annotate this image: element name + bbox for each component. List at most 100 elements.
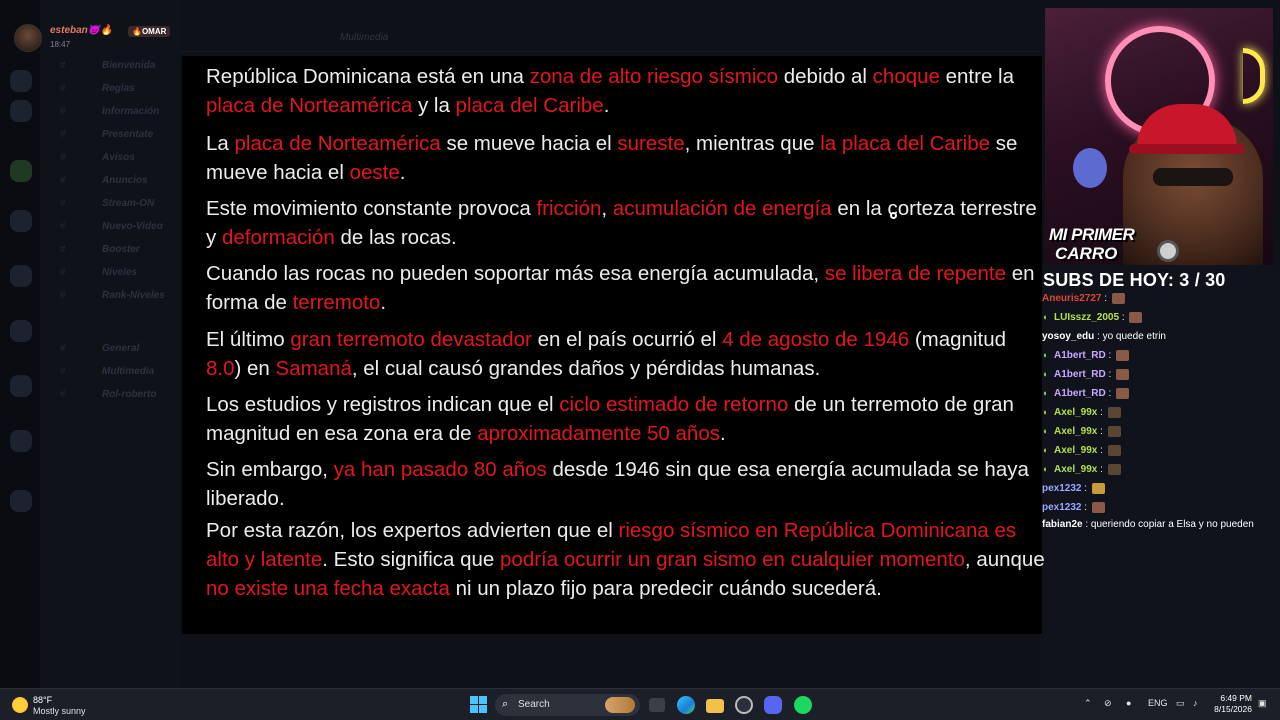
microphone-icon[interactable]: ● bbox=[1126, 698, 1131, 708]
channel-hash-icon: # bbox=[60, 106, 66, 117]
chat-username[interactable]: A1bert_RD bbox=[1054, 369, 1106, 380]
server-icon[interactable] bbox=[10, 160, 32, 182]
edge-browser-icon[interactable] bbox=[677, 696, 695, 714]
chat-username[interactable]: pex1232 bbox=[1042, 483, 1081, 494]
chat-text: yo quede etrin bbox=[1102, 331, 1166, 342]
channel-item[interactable]: Booster bbox=[102, 244, 140, 255]
channel-item[interactable]: Multimedia bbox=[102, 366, 154, 377]
spotify-icon[interactable] bbox=[794, 696, 812, 714]
mute-notify-icon[interactable]: ⊘ bbox=[1104, 698, 1112, 709]
article-paragraph: La placa de Norteamérica se mueve hacia … bbox=[206, 129, 1046, 187]
highlighted-text: oeste bbox=[349, 161, 400, 184]
chat-username[interactable]: A1bert_RD bbox=[1054, 388, 1106, 399]
windows-start-icon[interactable] bbox=[470, 696, 488, 714]
search-icon: ⌕ bbox=[502, 698, 509, 710]
channel-item[interactable]: General bbox=[102, 343, 139, 354]
chat-separator: : bbox=[1097, 407, 1106, 418]
paragraph-text: , el cual causó grandes daños y pérdidas… bbox=[351, 357, 821, 380]
server-icon[interactable] bbox=[10, 210, 32, 232]
moon-badge-icon: ◖ bbox=[1042, 426, 1048, 436]
paragraph-text: Sin embargo, bbox=[206, 458, 334, 481]
chat-username[interactable]: fabian2e bbox=[1042, 519, 1083, 530]
paragraph-text: Cuando las rocas no pueden soportar más … bbox=[206, 262, 825, 285]
settings-gear-icon[interactable] bbox=[735, 696, 753, 714]
channel-hash-icon: # bbox=[60, 83, 66, 94]
channel-item[interactable]: Rol-roberto bbox=[102, 389, 156, 400]
server-icon[interactable] bbox=[10, 70, 32, 92]
paragraph-text: se mueve hacia el bbox=[440, 132, 618, 155]
weather-temp: 88°F bbox=[33, 695, 53, 705]
chat-username[interactable]: yosoy_edu bbox=[1042, 331, 1094, 342]
chat-text: queriendo copiar a Elsa y no pueden bbox=[1090, 519, 1254, 530]
chat-username[interactable]: Axel_99x bbox=[1054, 445, 1097, 456]
task-view-icon[interactable] bbox=[649, 698, 665, 712]
channel-item[interactable]: Información bbox=[102, 106, 159, 117]
highlighted-text: acumulación de energía bbox=[612, 197, 832, 220]
moon-badge-icon: ◖ bbox=[1042, 445, 1048, 455]
channel-hash-icon: # bbox=[60, 267, 66, 278]
channel-item[interactable]: Presentate bbox=[102, 129, 153, 140]
moon-badge-icon: ◖ bbox=[1042, 407, 1048, 417]
channel-hash-icon: # bbox=[60, 343, 66, 354]
server-icon[interactable] bbox=[10, 430, 32, 452]
chat-username[interactable]: Axel_99x bbox=[1054, 426, 1097, 437]
channel-item[interactable]: Stream-ON bbox=[102, 198, 154, 209]
chevron-up-icon[interactable]: ⌃ bbox=[1084, 698, 1092, 709]
chat-message: yosoy_edu : yo quede etrin bbox=[1042, 327, 1278, 346]
notification-icon[interactable]: ▣ bbox=[1258, 698, 1267, 709]
network-icon[interactable]: ▭ bbox=[1176, 698, 1185, 709]
taskbar-search[interactable]: ⌕ Search bbox=[495, 694, 640, 716]
discord-icon[interactable] bbox=[764, 696, 782, 714]
channel-item[interactable]: Rank-Niveles bbox=[102, 290, 165, 301]
emote-icon bbox=[1107, 444, 1121, 456]
chat-username[interactable]: Axel_99x bbox=[1054, 464, 1097, 475]
highlighted-text: 4 de agosto de 1946 bbox=[722, 328, 910, 351]
channel-item[interactable]: Avisos bbox=[102, 152, 135, 163]
chat-message: ◖ Axel_99x : bbox=[1042, 403, 1278, 422]
server-icon[interactable] bbox=[10, 100, 32, 122]
article-panel: República Dominicana está en una zona de… bbox=[182, 56, 1045, 634]
server-icon[interactable] bbox=[10, 265, 32, 287]
channel-hash-icon: # bbox=[60, 221, 66, 232]
channel-item[interactable]: Niveles bbox=[102, 267, 137, 278]
paragraph-text: El último bbox=[206, 328, 291, 351]
highlighted-text: placa de Norteamérica bbox=[206, 94, 413, 117]
chat-username[interactable]: LUIsszz_2005 bbox=[1054, 312, 1119, 323]
highlighted-text: podría ocurrir un gran sismo en cualquie… bbox=[500, 548, 965, 571]
language-indicator[interactable]: ENG bbox=[1148, 698, 1168, 708]
plush-toy-icon bbox=[1073, 148, 1107, 188]
chat-separator: : bbox=[1101, 293, 1110, 304]
chat-message: ◖ A1bert_RD : bbox=[1042, 384, 1278, 403]
article-paragraph: Cuando las rocas no pueden soportar más … bbox=[206, 259, 1046, 317]
server-icon[interactable] bbox=[10, 490, 32, 512]
paragraph-text: . bbox=[720, 422, 726, 445]
paragraph-text: y la bbox=[412, 94, 456, 117]
file-explorer-icon[interactable] bbox=[706, 699, 724, 713]
chat-username[interactable]: pex1232 bbox=[1042, 502, 1081, 513]
article-paragraph: Sin embargo, ya han pasado 80 años desde… bbox=[206, 455, 1046, 513]
channel-hash-icon: # bbox=[60, 389, 66, 400]
streamer-time: 18:47 bbox=[50, 40, 71, 49]
sun-icon bbox=[12, 697, 28, 713]
channel-item[interactable]: Reglas bbox=[102, 83, 135, 94]
streamer-badge: 🔥OMAR bbox=[128, 26, 171, 37]
highlighted-text: ciclo estimado de retorno bbox=[559, 393, 789, 416]
chat-message: ◖ LUIsszz_2005 : bbox=[1042, 308, 1278, 327]
volume-icon[interactable]: ♪ bbox=[1193, 698, 1198, 708]
channel-item[interactable]: Nuevo-Video bbox=[102, 221, 163, 232]
article-paragraph: Los estudios y registros indican que el … bbox=[206, 390, 1046, 448]
paragraph-text: de las rocas. bbox=[334, 226, 457, 249]
server-icon[interactable] bbox=[10, 320, 32, 342]
taskbar-clock[interactable]: 6:49 PM 8/15/2026 bbox=[1212, 693, 1252, 715]
channel-item[interactable]: Anuncios bbox=[102, 175, 148, 186]
channel-item[interactable]: Bienvenida bbox=[102, 60, 155, 71]
chat-username[interactable]: Axel_99x bbox=[1054, 407, 1097, 418]
paragraph-text: . Esto significa que bbox=[322, 548, 501, 571]
chat-username[interactable]: Aneuris2727 bbox=[1042, 293, 1101, 304]
chat-username[interactable]: A1bert_RD bbox=[1054, 350, 1106, 361]
article-paragraph: El último gran terremoto devastador en e… bbox=[206, 325, 1046, 383]
mouse-cursor-icon bbox=[890, 212, 897, 219]
article-paragraph: República Dominicana está en una zona de… bbox=[206, 62, 1046, 120]
server-icon[interactable] bbox=[10, 375, 32, 397]
highlighted-text: terremoto bbox=[292, 291, 381, 314]
